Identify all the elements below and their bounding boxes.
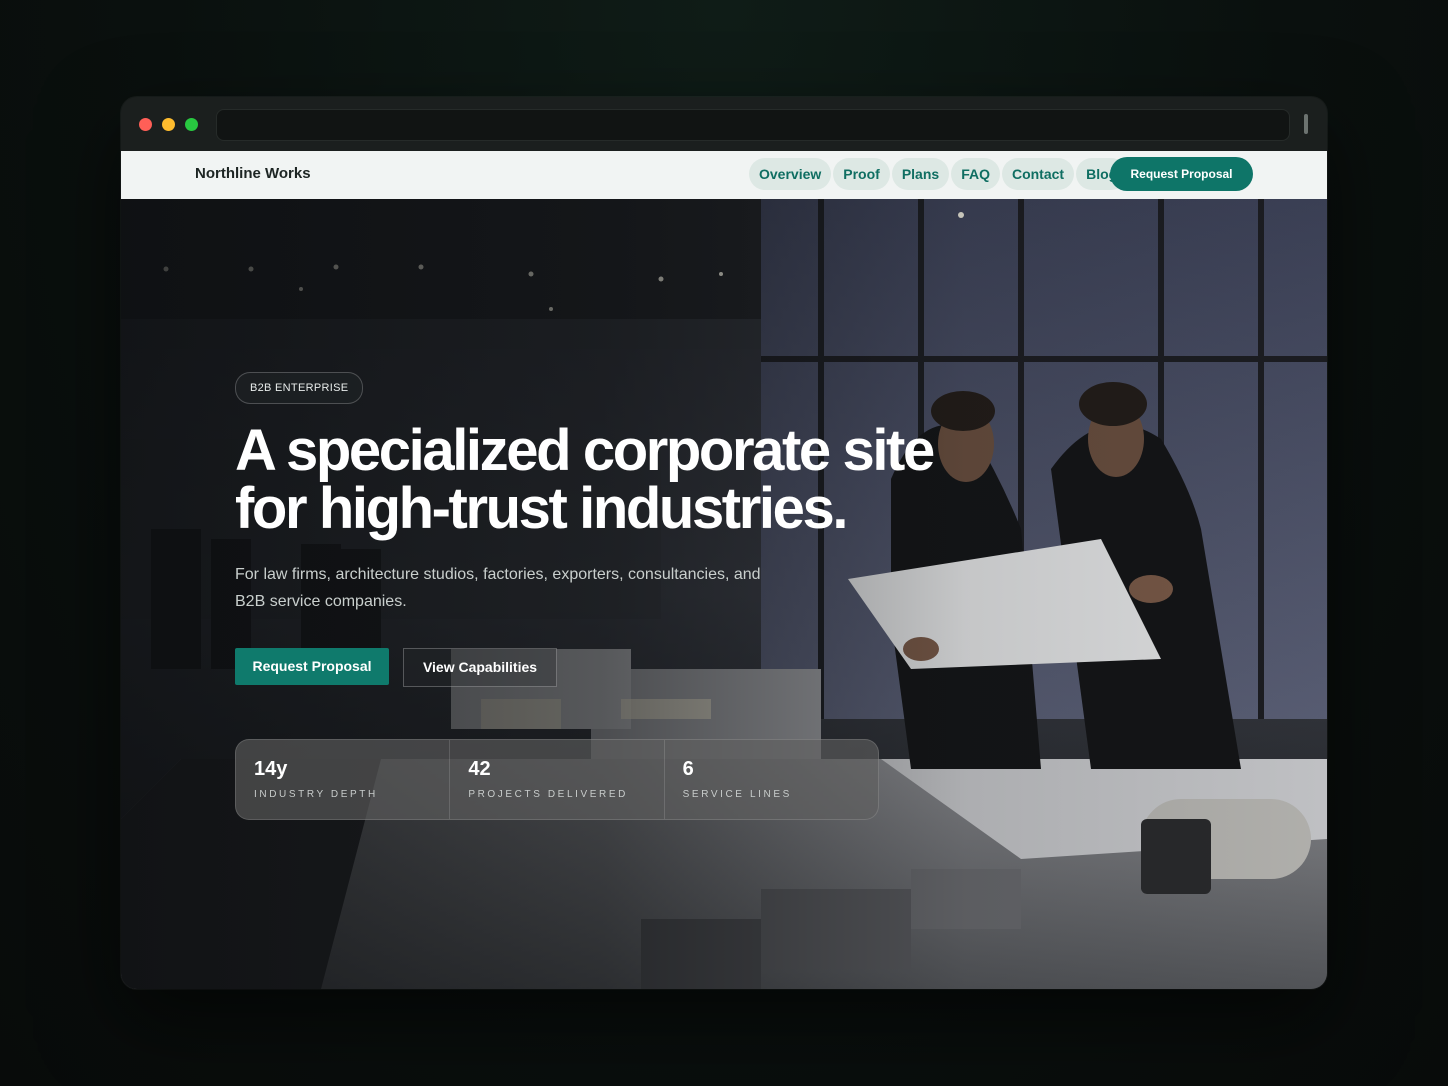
nav-link-proof[interactable]: Proof xyxy=(833,158,890,190)
hero-section: B2B ENTERPRISE A specialized corporate s… xyxy=(121,199,1327,989)
nav-link-faq[interactable]: FAQ xyxy=(951,158,1000,190)
nav-link-plans[interactable]: Plans xyxy=(891,158,950,190)
stat-label: INDUSTRY DEPTH xyxy=(254,789,378,800)
stat-value: 42 xyxy=(468,758,491,780)
close-window-button[interactable] xyxy=(139,118,152,131)
hero-badge: B2B ENTERPRISE xyxy=(235,372,364,404)
nav-links: Overview Proof Plans FAQ Contact Blog xyxy=(749,158,1128,190)
address-bar[interactable] xyxy=(216,109,1290,141)
scroll-handle[interactable] xyxy=(1304,114,1308,134)
stat-value: 14y xyxy=(254,758,288,780)
stat-service-lines: 6 SERVICE LINES xyxy=(665,740,878,819)
browser-chrome xyxy=(121,97,1327,151)
site-navbar: Northline Works Overview Proof Plans FAQ… xyxy=(121,151,1327,200)
view-capabilities-button[interactable]: View Capabilities xyxy=(403,648,557,687)
stat-industry-depth: 14y INDUSTRY DEPTH xyxy=(236,740,451,819)
stat-value: 6 xyxy=(682,758,694,780)
stat-label: SERVICE LINES xyxy=(682,789,792,800)
nav-link-overview[interactable]: Overview xyxy=(749,158,832,190)
maximize-window-button[interactable] xyxy=(185,118,198,131)
nav-request-proposal-button[interactable]: Request Proposal xyxy=(1110,157,1253,191)
stat-projects-delivered: 42 PROJECTS DELIVERED xyxy=(450,740,665,819)
brand-logo-text[interactable]: Northline Works xyxy=(195,165,311,182)
hero-headline: A specialized corporate site for high-tr… xyxy=(235,418,935,541)
browser-window: Northline Works Overview Proof Plans FAQ… xyxy=(121,97,1327,989)
minimize-window-button[interactable] xyxy=(162,118,175,131)
nav-link-contact[interactable]: Contact xyxy=(1001,158,1075,190)
stat-label: PROJECTS DELIVERED xyxy=(468,789,628,800)
stats-panel: 14y INDUSTRY DEPTH 42 PROJECTS DELIVERED… xyxy=(235,739,879,820)
hero-subheadline: For law firms, architecture studios, fac… xyxy=(235,566,761,610)
request-proposal-button[interactable]: Request Proposal xyxy=(235,648,389,685)
